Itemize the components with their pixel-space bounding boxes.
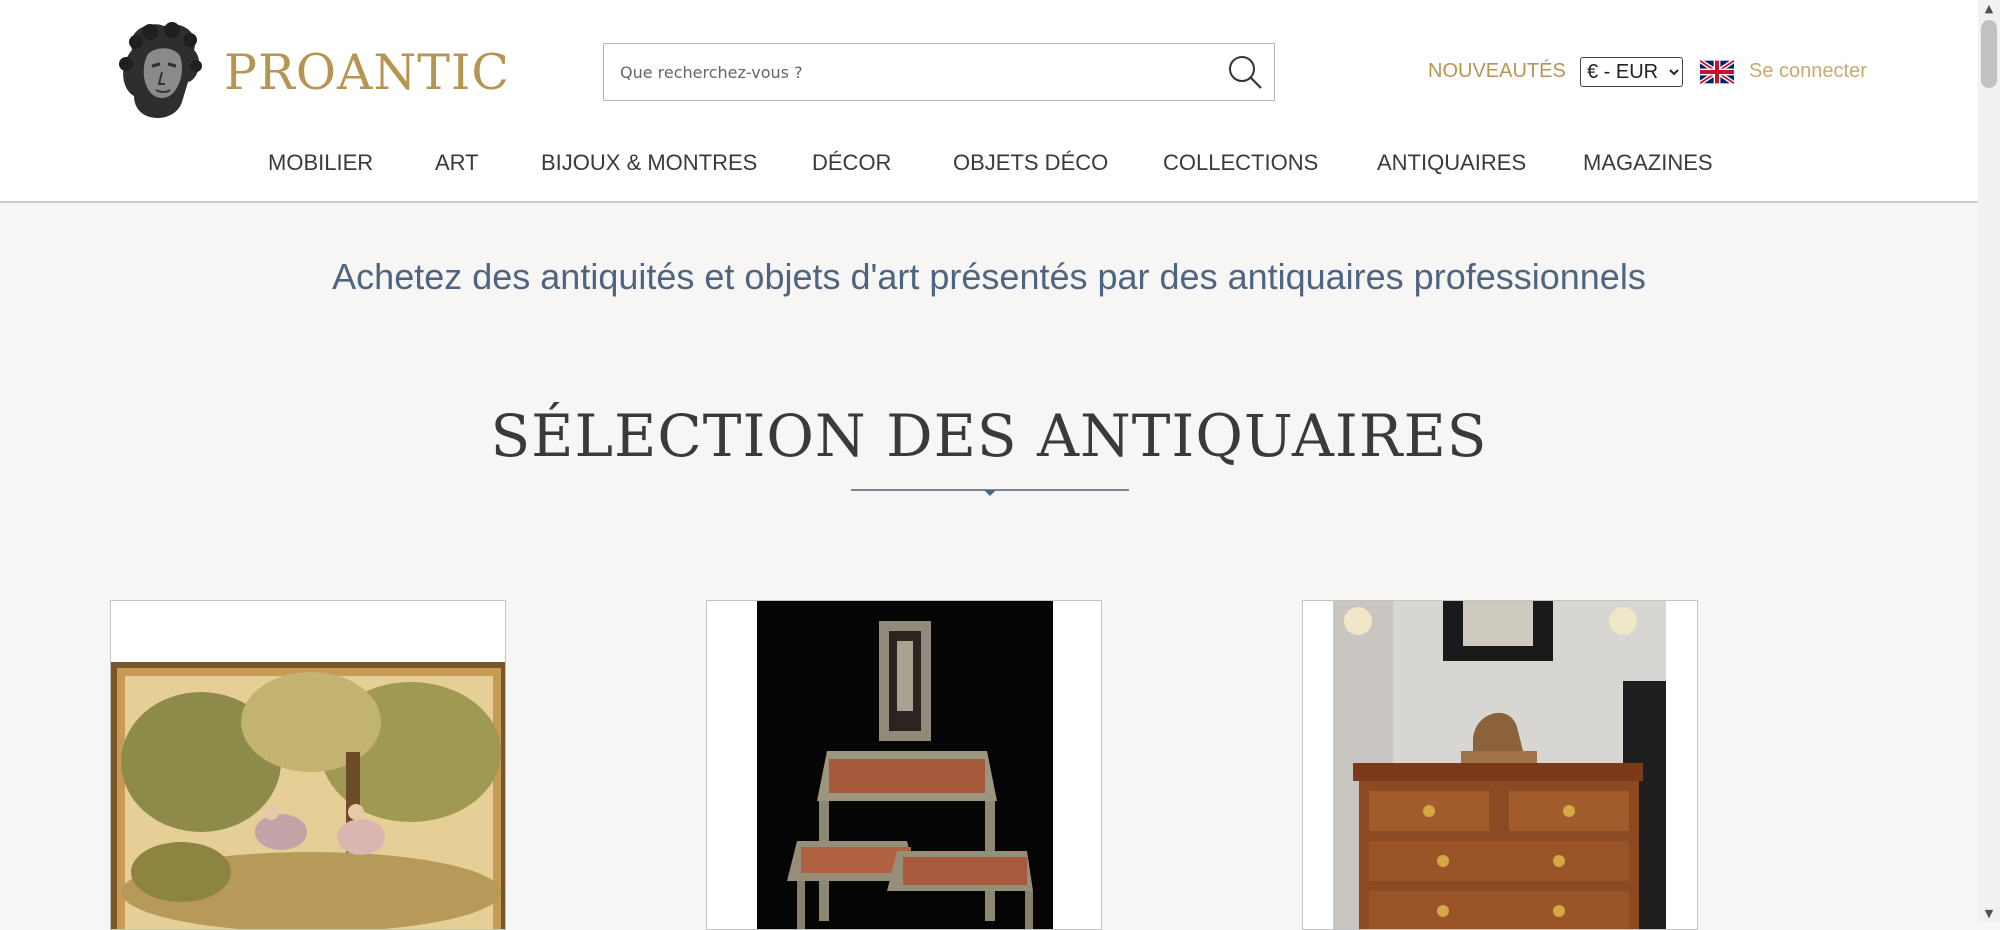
nav-item-magazines[interactable]: MAGAZINES	[1583, 150, 1713, 176]
scrollbar-thumb[interactable]	[1981, 20, 1997, 88]
uk-flag-icon[interactable]	[1700, 60, 1734, 84]
search-icon[interactable]	[1226, 53, 1264, 91]
nav-item-bijoux-montres[interactable]: BIJOUX & MONTRES	[541, 150, 757, 176]
nav-item-decor[interactable]: DÉCOR	[812, 150, 891, 176]
scroll-up-arrow-icon[interactable]: ▲	[1978, 0, 2000, 18]
login-link[interactable]: Se connecter	[1749, 60, 1867, 83]
scroll-down-arrow-icon[interactable]: ▼	[1978, 905, 2000, 923]
nav-item-objets-deco[interactable]: OBJETS DÉCO	[953, 150, 1108, 176]
nav-item-art[interactable]: ART	[435, 150, 479, 176]
product-card-commode[interactable]	[1302, 600, 1698, 930]
main-nav: MOBILIER ART BIJOUX & MONTRES DÉCOR OBJE…	[0, 150, 1978, 180]
section-title: SÉLECTION DES ANTIQUAIRES	[490, 402, 1488, 470]
commode-image[interactable]	[1333, 601, 1666, 930]
tapestry-image[interactable]	[111, 662, 506, 930]
search-box	[603, 43, 1275, 101]
nav-item-mobilier[interactable]: MOBILIER	[268, 150, 373, 176]
chairs-image[interactable]	[757, 601, 1053, 930]
search-input[interactable]	[618, 44, 1212, 101]
brand-logo-text[interactable]: PROANTIC	[224, 44, 510, 101]
nav-item-antiquaires[interactable]: ANTIQUAIRES	[1377, 150, 1526, 176]
page-tagline: Achetez des antiquités et objets d'art p…	[332, 256, 1646, 297]
product-card-chairs[interactable]	[706, 600, 1102, 930]
nav-item-collections[interactable]: COLLECTIONS	[1163, 150, 1318, 176]
currency-select[interactable]: € - EUR	[1580, 57, 1683, 87]
nouveautes-link[interactable]: NOUVEAUTÉS	[1428, 60, 1566, 83]
product-card-tapestry[interactable]	[110, 600, 506, 930]
site-header: PROANTIC NOUVEAUTÉS € - EUR Se connecter…	[0, 0, 1978, 203]
diamond-divider-icon	[851, 489, 1129, 496]
bust-logo-icon[interactable]	[112, 20, 208, 120]
page-scrollbar[interactable]: ▲ ▼	[1978, 0, 2000, 923]
